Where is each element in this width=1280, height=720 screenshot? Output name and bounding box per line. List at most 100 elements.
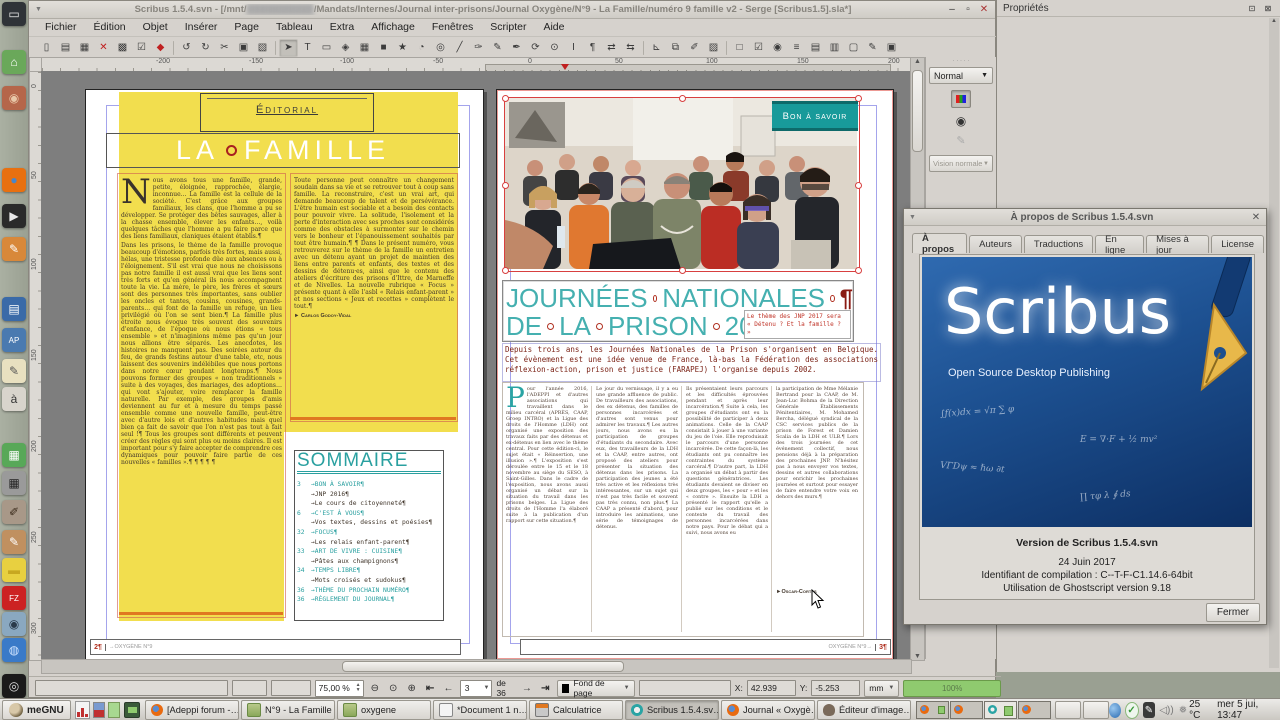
panel-scrollbar[interactable]: ▲ (1269, 18, 1279, 668)
insert-polygon-icon[interactable]: ★ (393, 39, 412, 57)
toggle-palettes-icon[interactable]: ▨ (704, 39, 723, 57)
tab-mises-a-jour[interactable]: Mises à jour (1146, 234, 1210, 256)
close-dialog-icon[interactable]: ✕ (1248, 209, 1264, 225)
copy-item-properties-icon[interactable]: ⧉ (666, 39, 685, 57)
select-item-icon[interactable]: ➤ (279, 38, 298, 57)
vscroll-thumb[interactable] (912, 70, 923, 152)
zoom-spinbox[interactable]: 75,00 % ▲ ▼ (314, 679, 364, 697)
selection-handle[interactable] (502, 267, 509, 274)
page-footer-left[interactable]: 2¶ →OXYGÈNE N°9 (90, 639, 461, 655)
calendar-icon[interactable]: ▦ (2, 443, 26, 467)
taskbar-spacer-button[interactable] (1054, 701, 1081, 719)
print-icon[interactable]: ▩ (113, 39, 132, 57)
taskbar-oxygene[interactable]: oxygene (336, 700, 431, 720)
fermer-button[interactable]: Fermer (1206, 603, 1260, 622)
page-number-field[interactable]: 3 ▼ (459, 679, 493, 697)
properties-titlebar[interactable]: Propriétés ⊡ ⊠ (997, 0, 1280, 17)
taskbar-n9-la-famille[interactable]: N°9 - La Famille (240, 700, 335, 720)
last-page-icon[interactable]: ⇥ (538, 680, 552, 696)
char-a-icon[interactable]: à (2, 387, 26, 411)
cut-icon[interactable]: ✂ (215, 39, 234, 57)
tray-updates-shield-icon[interactable]: ✓ (1124, 701, 1139, 719)
toolbar-icon[interactable] (275, 40, 276, 55)
insert-calligraphic-icon[interactable]: ✒ (507, 39, 526, 57)
menu-item[interactable]: Page (234, 21, 259, 33)
insert-freehand-icon[interactable]: ✎ (488, 39, 507, 57)
jnp-note-frame[interactable]: Le thème des JNP 2017 sera « Détenu ? Et… (744, 310, 851, 339)
menu-item[interactable]: Fichier (45, 21, 77, 33)
toolbar-icon[interactable] (643, 40, 644, 55)
megnu-menu-button[interactable]: meGNU (2, 700, 71, 720)
canvas[interactable]: Éditorial LA FAMILLE Nous avons tous une… (41, 71, 910, 659)
zoom-100-icon[interactable]: ⊙ (386, 680, 400, 696)
chevron-down-icon[interactable]: ▼ (483, 685, 489, 691)
paste-icon[interactable]: ▧ (253, 39, 272, 57)
tab-a-propos[interactable]: À propos (912, 233, 968, 255)
tab-en-ligne[interactable]: En ligne (1095, 234, 1145, 256)
page-right[interactable]: Bon à savoir JOURNÉES NATIONALES ¶ DE LA… (496, 89, 894, 659)
menu-item[interactable]: Insérer (185, 21, 218, 33)
chart-applet-icon[interactable] (74, 701, 90, 719)
unlink-text-frames-icon[interactable]: ⇆ (621, 39, 640, 57)
pdf-checkbox-icon[interactable]: ☑ (749, 39, 768, 57)
selection-handle[interactable] (502, 182, 509, 189)
sommaire-frame[interactable]: SOMMAIRE 3 →BON À SAVOIR¶ →JNP 2016¶ →Le … (294, 450, 444, 621)
insert-line-icon[interactable]: ╱ (450, 39, 469, 57)
taskbar-editeur-image[interactable]: Éditeur d'image… (816, 700, 911, 720)
edit-in-preview-button[interactable]: ✎ (926, 134, 996, 147)
workspace-applet-icon[interactable] (108, 702, 121, 718)
zoom-icon[interactable]: ⊙ (545, 39, 564, 57)
menu-item[interactable]: Fenêtres (432, 21, 473, 33)
scroll-up-arrow[interactable]: ▲ (911, 58, 924, 65)
yellow-notes-icon[interactable]: ▬ (2, 558, 26, 582)
tray-volume-icon[interactable]: ◁)) (1159, 705, 1173, 716)
menu-item[interactable]: Objet (143, 21, 168, 33)
edit-contents-icon[interactable]: I (564, 39, 583, 57)
undo-icon[interactable]: ↺ (177, 39, 196, 57)
page-title-frame[interactable]: LA FAMILLE (106, 133, 460, 168)
pdf-listbox-icon[interactable]: ▤ (806, 39, 825, 57)
firefox-icon[interactable]: ● (2, 168, 26, 192)
standfirst-frame[interactable]: Depuis trois ans, les Journées Nationale… (502, 343, 881, 382)
preflight-verifier-icon[interactable]: ☑ (132, 39, 151, 57)
pdf-text-field-icon[interactable]: ▥ (825, 39, 844, 57)
insert-shape-icon[interactable]: ■ (374, 39, 393, 57)
tray-stylus-icon[interactable]: ✎ (1142, 702, 1156, 718)
taskbar-journal-oxygene[interactable]: Journal « Oxygè… (720, 700, 815, 720)
preview-mode-select[interactable]: Normal ▼ (929, 67, 993, 84)
copy-icon[interactable]: ▣ (234, 39, 253, 57)
first-page-icon[interactable]: ⇤ (423, 680, 437, 696)
workspace-2[interactable] (949, 701, 983, 719)
insert-text-frame-icon[interactable]: T (298, 39, 317, 57)
selection-handle[interactable] (679, 267, 686, 274)
next-page-icon[interactable]: → (520, 680, 534, 696)
close-icon[interactable]: ✕ (94, 39, 113, 57)
close-panel-icon[interactable]: ⊠ (1260, 0, 1276, 16)
editorial-column-2[interactable]: Toute personne peut connaître un changem… (290, 173, 458, 422)
draw-icon[interactable]: ✎ (2, 237, 26, 261)
selection-handle[interactable] (679, 95, 686, 102)
taskbar-adeppi-forum[interactable]: [Adeppi forum -… (144, 700, 239, 720)
pdf-link-annotation-icon[interactable]: ✎ (863, 39, 882, 57)
insert-bezier-icon[interactable]: ✑ (469, 39, 488, 57)
workspace-3[interactable] (983, 701, 1017, 719)
link-text-frames-icon[interactable]: ⇄ (602, 39, 621, 57)
pdf-text-annotation-icon[interactable]: ▢ (844, 39, 863, 57)
menu-item[interactable]: Extra (330, 21, 355, 33)
insert-table-icon[interactable]: ▦ (355, 39, 374, 57)
zoom-out-icon[interactable]: ⊖ (368, 680, 382, 696)
power-icon[interactable]: ◎ (2, 674, 26, 698)
rotate-item-icon[interactable]: ⟳ (526, 39, 545, 57)
selection-handle[interactable] (855, 182, 862, 189)
page-left[interactable]: Éditorial LA FAMILLE Nous avons tous une… (85, 89, 484, 659)
cms-toggle-button[interactable] (951, 90, 971, 108)
insert-render-frame-icon[interactable]: ◈ (336, 39, 355, 57)
tray-network-icon[interactable] (1108, 702, 1121, 718)
media-player-icon[interactable]: ▶ (2, 204, 26, 228)
about-titlebar[interactable]: ▼ À propos de Scribus 1.5.4.svn ✕ (904, 209, 1266, 226)
monitor-icon[interactable]: ▭ (2, 2, 26, 26)
page-footer-right[interactable]: OXYGÈNE N°9→ 3¶ (520, 639, 891, 655)
dock-handle[interactable]: · · · · · (926, 57, 996, 65)
hscroll-thumb[interactable] (342, 661, 624, 672)
unit-select[interactable]: mm ▼ (864, 679, 900, 697)
